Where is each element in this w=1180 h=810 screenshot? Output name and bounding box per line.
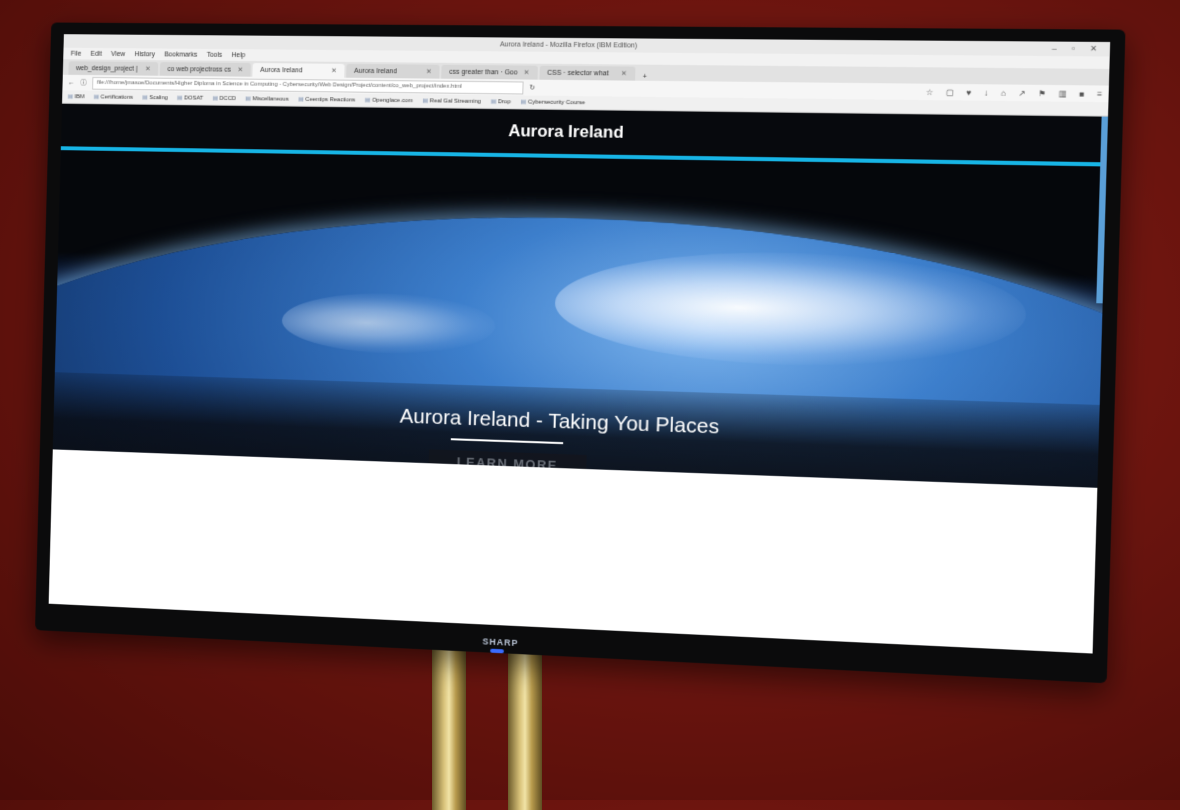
- menu-history[interactable]: History: [134, 51, 155, 58]
- site-title: Aurora Ireland: [508, 121, 624, 142]
- menu-file[interactable]: File: [71, 50, 82, 57]
- tab-1[interactable]: web_design_project | ✕: [68, 61, 159, 76]
- tab-5[interactable]: css greater than · Goo ✕: [441, 64, 538, 80]
- tab-4[interactable]: Aurora Ireland ✕: [346, 63, 440, 79]
- bookmark-item[interactable]: Openglace.com: [365, 97, 413, 104]
- bookmark-item[interactable]: DCCD: [212, 95, 236, 102]
- back-icon[interactable]: ←: [68, 79, 75, 86]
- info-icon[interactable]: ⓘ: [80, 78, 87, 88]
- power-led: [490, 648, 504, 654]
- close-icon[interactable]: ✕: [621, 69, 627, 77]
- close-icon[interactable]: ✕: [145, 65, 151, 73]
- menu-help[interactable]: Help: [232, 52, 246, 59]
- tab-label: CSS · selector what: [547, 69, 609, 77]
- hero-banner: Aurora Ireland - Taking You Places LEARN…: [52, 150, 1107, 488]
- pocket-icon[interactable]: ♥: [966, 88, 971, 97]
- tv-brand-logo: SHARP: [482, 636, 519, 649]
- menu-bookmarks[interactable]: Bookmarks: [164, 51, 197, 58]
- download-icon[interactable]: ↓: [984, 88, 988, 97]
- tv-monitor: Aurora Ireland - Mozilla Firefox (IBM Ed…: [35, 22, 1126, 684]
- star-icon[interactable]: ☆: [926, 87, 934, 96]
- tab-3[interactable]: Aurora Ireland ✕: [252, 63, 345, 78]
- arrow-icon[interactable]: ↗: [1018, 88, 1025, 97]
- close-icon[interactable]: ✕: [523, 69, 529, 77]
- toolbar-icons: ☆ ▢ ♥ ↓ ⌂ ↗ ⚑ ▥ ■ ≡: [926, 87, 1103, 98]
- clipboard-icon[interactable]: ▢: [946, 87, 954, 96]
- close-icon[interactable]: ✕: [331, 67, 337, 75]
- extension-icon[interactable]: ⚑: [1038, 88, 1046, 97]
- bookmark-item[interactable]: IBM: [68, 93, 85, 100]
- close-icon[interactable]: ✕: [426, 68, 432, 76]
- close-icon[interactable]: ✕: [237, 66, 243, 74]
- window-title: Aurora Ireland - Mozilla Firefox (IBM Ed…: [499, 40, 638, 50]
- url-text: file:///home/jmasoe/Documents/Higher Dip…: [96, 79, 462, 90]
- bookmark-item[interactable]: Ceentips Reactions: [298, 96, 355, 104]
- window-controls[interactable]: – ▫ ✕: [1052, 44, 1104, 54]
- menu-tools[interactable]: Tools: [207, 51, 223, 58]
- new-tab-icon[interactable]: +: [637, 74, 653, 81]
- tab-label: Aurora Ireland: [260, 66, 303, 74]
- addon-icon[interactable]: ■: [1079, 89, 1084, 98]
- menu-edit[interactable]: Edit: [90, 50, 101, 57]
- reload-icon[interactable]: ↻: [529, 84, 535, 92]
- tab-2[interactable]: co web projectross cs ✕: [159, 62, 251, 77]
- tab-label: Aurora Ireland: [353, 67, 398, 75]
- tab-6[interactable]: CSS · selector what ✕: [539, 65, 636, 81]
- menu-view[interactable]: View: [111, 51, 125, 58]
- bookmark-item[interactable]: Drop: [491, 98, 511, 105]
- tab-label: css greater than · Goo: [449, 68, 518, 76]
- web-page: Aurora Ireland Aurora Ireland - Taking Y…: [48, 103, 1109, 654]
- bookmark-item[interactable]: Certifications: [94, 93, 134, 101]
- bookmark-item[interactable]: DOSAT: [177, 94, 203, 102]
- bookmark-item[interactable]: Cybersecurity Course: [521, 98, 586, 107]
- bookmark-item[interactable]: Scaling: [142, 94, 168, 101]
- tab-label: co web projectross cs: [167, 65, 232, 74]
- home-icon[interactable]: ⌂: [1001, 88, 1006, 97]
- bookmark-item[interactable]: Miscellaneous: [245, 95, 288, 102]
- stats-icon[interactable]: ▥: [1058, 89, 1066, 98]
- screen: Aurora Ireland - Mozilla Firefox (IBM Ed…: [48, 34, 1111, 654]
- bookmark-item[interactable]: Real Gal Streaming: [422, 97, 481, 105]
- tab-label: web_design_project |: [75, 64, 138, 73]
- menu-icon[interactable]: ≡: [1097, 89, 1102, 98]
